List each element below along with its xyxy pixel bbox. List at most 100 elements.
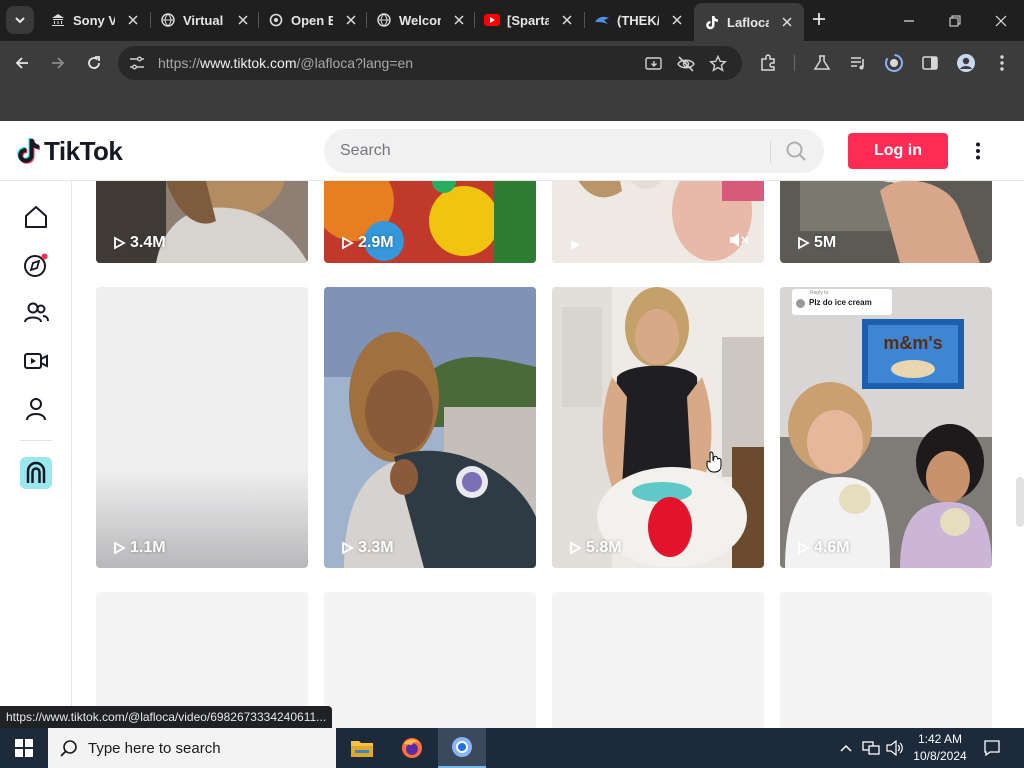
- video-camera-icon: [24, 353, 48, 369]
- tiktok-header: TikTok Log in: [0, 121, 1024, 181]
- taskbar-search[interactable]: Type here to search: [48, 728, 336, 768]
- view-count: [568, 238, 586, 252]
- address-bar[interactable]: https://www.tiktok.com/@lafloca?lang=en: [118, 46, 742, 80]
- play-icon: [798, 541, 810, 555]
- sync-profile-icon[interactable]: [884, 53, 904, 73]
- close-tab-icon[interactable]: [344, 13, 358, 27]
- browser-tab[interactable]: Sony V: [40, 5, 150, 35]
- new-tab-button[interactable]: [808, 8, 830, 30]
- eye-off-icon[interactable]: [676, 54, 696, 74]
- home-icon: [25, 206, 47, 228]
- close-window-button[interactable]: [978, 0, 1024, 41]
- video-tile-placeholder[interactable]: [780, 592, 992, 728]
- close-tab-icon[interactable]: [236, 13, 250, 27]
- globe-icon: [376, 12, 392, 28]
- user-icon: [26, 398, 46, 421]
- plus-icon: [813, 13, 825, 25]
- search-icon: [786, 141, 806, 161]
- network-tray-icon[interactable]: [860, 728, 882, 768]
- more-options-button[interactable]: [966, 139, 990, 163]
- view-count: 4.6M: [796, 539, 850, 557]
- comment-reply-sticker: Reply to Plz do ice cream: [792, 289, 892, 315]
- video-tile-placeholder[interactable]: [552, 592, 764, 728]
- video-tile[interactable]: m&m's Reply to Plz do ice cream 4.6M: [780, 287, 992, 568]
- video-tile[interactable]: 5.8M: [552, 287, 764, 568]
- side-panel-icon[interactable]: [920, 53, 940, 73]
- minimize-button[interactable]: [886, 0, 932, 41]
- site-info-icon[interactable]: [128, 54, 146, 72]
- browser-toolbar: https://www.tiktok.com/@lafloca?lang=en: [0, 41, 1024, 85]
- browser-tab[interactable]: Open E: [258, 5, 368, 35]
- more-vertical-icon: [976, 142, 980, 160]
- tiktok-page: 3.4M 2.9M 5M 1.1M 3.3M 5.8M m&m's Reply …: [0, 121, 1024, 728]
- system-clock[interactable]: 1:42 AM 10/8/2024: [906, 731, 974, 765]
- openai-icon: [268, 12, 284, 28]
- chevron-down-icon: [15, 17, 25, 24]
- chrome-app[interactable]: [438, 728, 486, 768]
- browser-tab[interactable]: [Sparta: [474, 5, 584, 35]
- install-app-icon[interactable]: [644, 54, 664, 74]
- close-tab-icon[interactable]: [452, 13, 466, 27]
- media-control-icon[interactable]: [848, 53, 868, 73]
- creator-arch-icon: [20, 457, 52, 489]
- extensions-icon[interactable]: [758, 53, 778, 73]
- video-tile-placeholder[interactable]: [324, 592, 536, 728]
- nav-profile[interactable]: [20, 393, 52, 425]
- start-button[interactable]: [0, 728, 48, 768]
- nav-home[interactable]: [20, 201, 52, 233]
- browser-tab[interactable]: Virtual: [150, 5, 260, 35]
- tray-overflow-button[interactable]: [836, 728, 856, 768]
- video-thumbnail: [324, 287, 536, 568]
- firefox-icon: [402, 738, 422, 758]
- browser-tab[interactable]: (THEK/: [584, 5, 694, 35]
- page-scrollbar[interactable]: [1016, 477, 1024, 527]
- browser-tab-active[interactable]: Lafloca: [694, 3, 804, 41]
- reload-button[interactable]: [80, 49, 108, 77]
- nav-live[interactable]: [20, 345, 52, 377]
- video-tile[interactable]: 1.1M: [96, 287, 308, 568]
- browser-menu-icon[interactable]: [992, 53, 1012, 73]
- close-tab-icon[interactable]: [670, 13, 684, 27]
- tiktok-logo-icon: [17, 138, 40, 164]
- windows-taskbar: Type here to search 1:42 AM 10/8/2024: [0, 728, 1024, 768]
- video-tile[interactable]: 3.3M: [324, 287, 536, 568]
- notifications-button[interactable]: [980, 728, 1004, 768]
- compass-icon: [24, 253, 48, 277]
- close-tab-icon[interactable]: [780, 15, 794, 29]
- nav-following[interactable]: [20, 297, 52, 329]
- bookmark-star-icon[interactable]: [708, 54, 728, 74]
- notification-icon: [984, 740, 1000, 757]
- mute-icon[interactable]: [728, 231, 750, 249]
- browser-tab[interactable]: Welcon: [366, 5, 476, 35]
- search-input[interactable]: [340, 139, 760, 163]
- restore-button[interactable]: [932, 0, 978, 41]
- close-tab-icon[interactable]: [126, 13, 140, 27]
- chrome-icon: [452, 737, 472, 757]
- login-button[interactable]: Log in: [848, 133, 948, 169]
- labs-flask-icon[interactable]: [812, 53, 832, 73]
- forward-button[interactable]: [44, 49, 72, 77]
- reload-icon: [88, 56, 100, 69]
- video-thumbnail: m&m's: [780, 287, 992, 568]
- profile-avatar-icon[interactable]: [956, 53, 976, 73]
- close-tab-icon[interactable]: [560, 13, 574, 27]
- play-icon: [114, 236, 126, 250]
- tab-search-button[interactable]: [6, 6, 34, 34]
- firefox-app[interactable]: [388, 728, 436, 768]
- close-icon: [995, 15, 1007, 26]
- tiktok-logo[interactable]: TikTok: [16, 135, 123, 167]
- back-button[interactable]: [8, 49, 36, 77]
- nav-creator-tools[interactable]: [20, 457, 52, 489]
- volume-tray-icon[interactable]: [884, 728, 906, 768]
- link-status-bubble: https://www.tiktok.com/@lafloca/video/69…: [0, 706, 333, 728]
- windows-logo-icon: [15, 739, 33, 757]
- users-icon: [24, 302, 49, 323]
- bank-icon: [50, 12, 66, 28]
- arrow-left-icon: [15, 57, 28, 69]
- file-explorer-app[interactable]: [338, 728, 386, 768]
- folder-icon: [351, 741, 373, 757]
- view-count: 3.4M: [112, 234, 166, 252]
- search-button[interactable]: [782, 139, 810, 163]
- nav-explore[interactable]: [20, 249, 52, 281]
- search-bar[interactable]: [324, 129, 824, 173]
